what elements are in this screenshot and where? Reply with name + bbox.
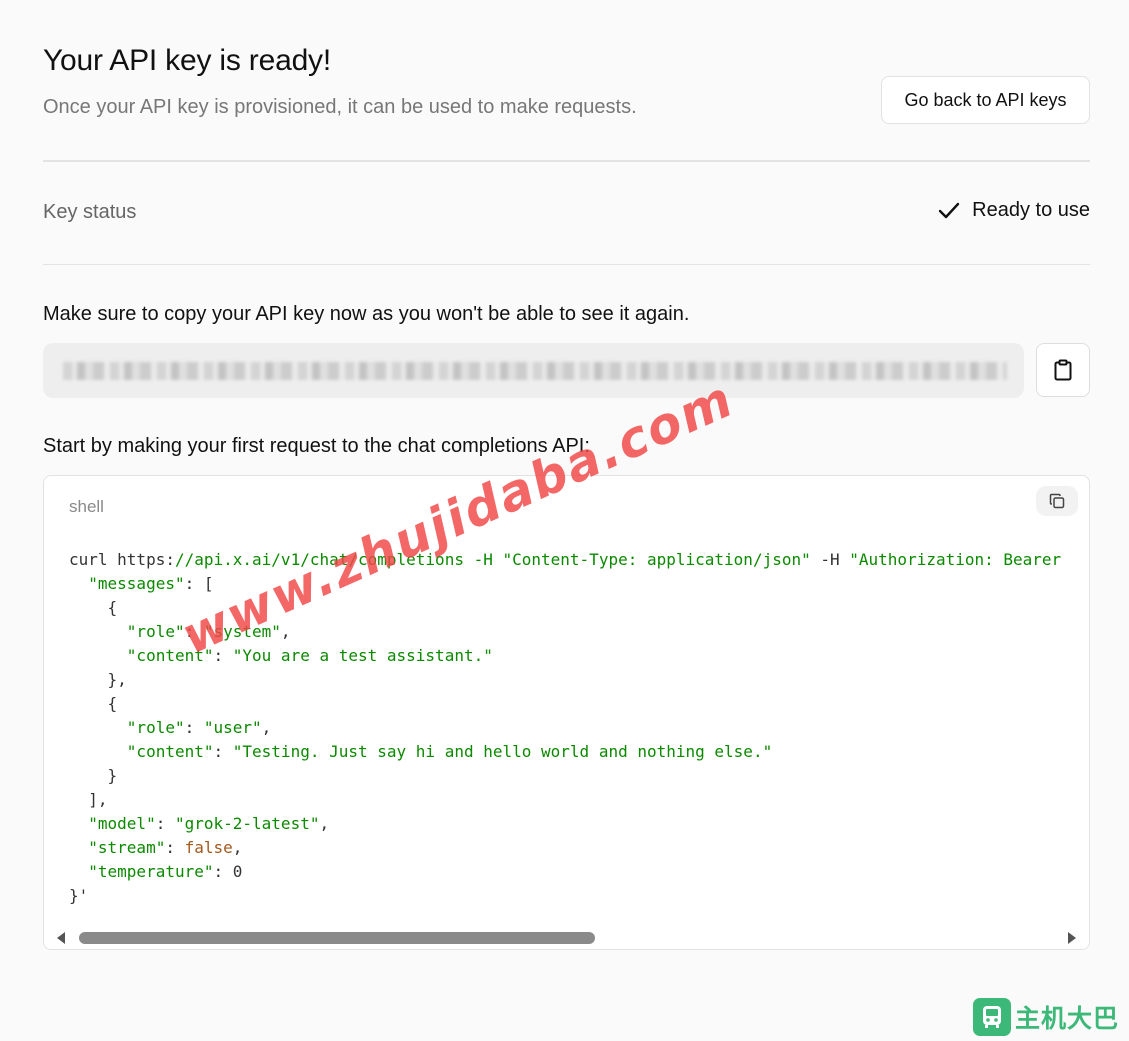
code-line: "role": "system", xyxy=(69,620,1061,644)
code-line: ], xyxy=(69,788,1061,812)
code-token: : xyxy=(155,814,175,833)
code-token: }' xyxy=(69,886,89,905)
code-token: false xyxy=(184,838,233,857)
code-line: { xyxy=(69,692,1061,716)
code-token: "grok-2-latest" xyxy=(174,814,320,833)
request-heading: Start by making your first request to th… xyxy=(43,435,590,457)
code-block[interactable]: curl https://api.x.ai/v1/chat/completion… xyxy=(69,548,1061,908)
code-line: "messages": [ xyxy=(69,572,1061,596)
code-line: }' xyxy=(69,884,1061,908)
code-line: "stream": false, xyxy=(69,836,1061,860)
code-token: , xyxy=(232,838,243,857)
code-language-label: shell xyxy=(69,497,104,516)
code-token: "Authorization: Bearer xyxy=(849,550,1062,569)
copy-icon xyxy=(1049,493,1065,509)
code-token: curl https: xyxy=(69,550,175,569)
check-icon xyxy=(938,202,960,218)
page-title: Your API key is ready! xyxy=(43,44,331,77)
code-token: "Testing. Just say hi and hello world an… xyxy=(232,742,773,761)
code-line: "content": "You are a test assistant." xyxy=(69,644,1061,668)
code-token: "model" xyxy=(88,814,156,833)
api-key-ready-page: Your API key is ready! Once your API key… xyxy=(0,0,1129,1041)
horizontal-scrollbar[interactable] xyxy=(44,926,1089,949)
code-token: : xyxy=(165,838,185,857)
code-token: , xyxy=(319,814,330,833)
key-status-value: Ready to use xyxy=(938,199,1090,222)
code-line: }, xyxy=(69,668,1061,692)
scroll-right-arrow-icon[interactable] xyxy=(1068,932,1076,944)
code-token: { xyxy=(69,598,118,617)
redacted-api-key xyxy=(63,362,1007,380)
clipboard-icon xyxy=(1054,359,1072,381)
code-sample-card: shell curl https://api.x.ai/v1/chat/comp… xyxy=(43,475,1090,950)
code-token: : 0 xyxy=(213,862,243,881)
code-token: : xyxy=(213,742,233,761)
page-subtitle: Once your API key is provisioned, it can… xyxy=(43,96,637,118)
code-token: "temperature" xyxy=(88,862,214,881)
status-divider xyxy=(43,264,1090,265)
api-key-field[interactable] xyxy=(43,343,1024,398)
header-divider xyxy=(43,160,1090,162)
code-line: "role": "user", xyxy=(69,716,1061,740)
code-token: : xyxy=(184,622,204,641)
code-token: "messages" xyxy=(88,574,185,593)
code-token: { xyxy=(69,694,118,713)
code-token: "role" xyxy=(126,622,185,641)
code-token: : xyxy=(213,646,233,665)
copy-api-key-button[interactable] xyxy=(1036,343,1090,397)
code-token: : xyxy=(184,718,204,737)
code-token: "stream" xyxy=(88,838,166,857)
code-token: "You are a test assistant." xyxy=(232,646,493,665)
key-status-label: Key status xyxy=(43,201,137,223)
go-back-button[interactable]: Go back to API keys xyxy=(881,76,1090,124)
code-token: "content" xyxy=(126,646,214,665)
code-line: "temperature": 0 xyxy=(69,860,1061,884)
code-token: "role" xyxy=(126,718,185,737)
code-token: "Content-Type: application/json" xyxy=(502,550,811,569)
code-line: "content": "Testing. Just say hi and hel… xyxy=(69,740,1061,764)
code-token: }, xyxy=(69,670,127,689)
code-line: } xyxy=(69,764,1061,788)
code-token: } xyxy=(69,766,118,785)
bus-icon xyxy=(973,998,1011,1036)
copy-key-warning: Make sure to copy your API key now as yo… xyxy=(43,303,690,325)
code-token: -H xyxy=(810,550,850,569)
brand-logo: 主机大巴 xyxy=(973,998,1119,1036)
code-token: //api.x.ai/v1/chat/completions -H xyxy=(174,550,503,569)
brand-name: 主机大巴 xyxy=(1015,1004,1120,1033)
key-status-text: Ready to use xyxy=(972,199,1090,221)
code-token: , xyxy=(261,718,272,737)
code-line: { xyxy=(69,596,1061,620)
code-line: curl https://api.x.ai/v1/chat/completion… xyxy=(69,548,1061,572)
copy-code-button[interactable] xyxy=(1036,486,1078,516)
code-token: "system" xyxy=(203,622,281,641)
code-token: , xyxy=(280,622,291,641)
code-token: "content" xyxy=(126,742,214,761)
code-line: "model": "grok-2-latest", xyxy=(69,812,1061,836)
scrollbar-thumb[interactable] xyxy=(79,932,595,944)
code-token: ], xyxy=(69,790,108,809)
scroll-left-arrow-icon[interactable] xyxy=(57,932,65,944)
code-token: : [ xyxy=(184,574,214,593)
code-token: "user" xyxy=(203,718,262,737)
